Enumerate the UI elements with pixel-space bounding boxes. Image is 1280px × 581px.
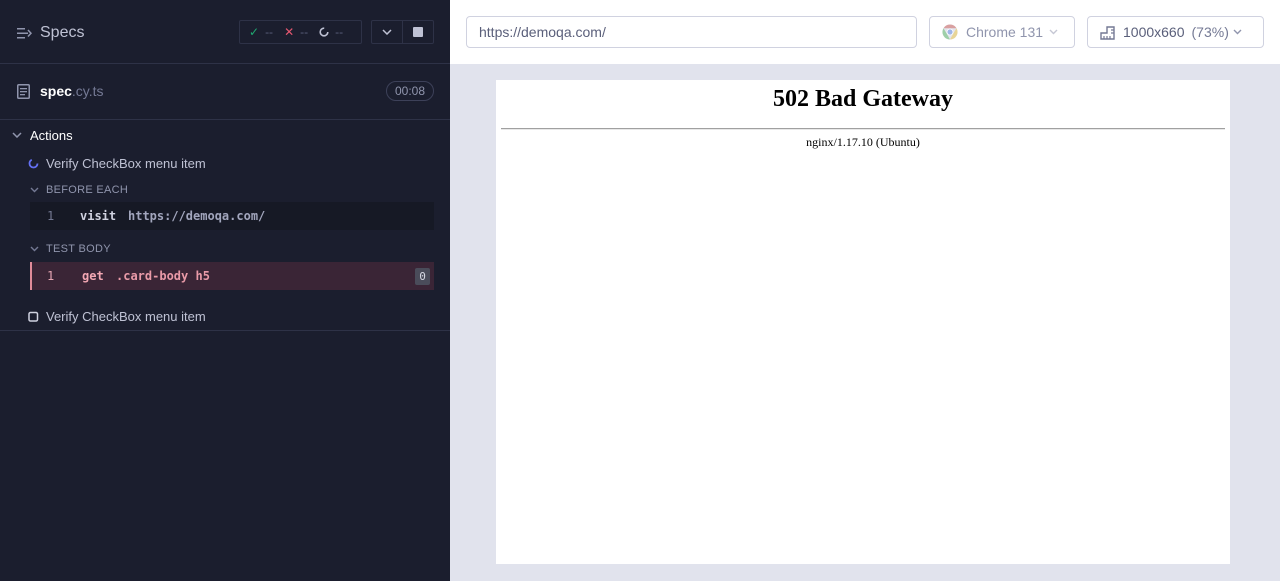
- chevron-down-icon: [1049, 29, 1058, 35]
- server-signature: nginx/1.17.10 (Ubuntu): [806, 135, 920, 149]
- test-title: Verify CheckBox menu item: [46, 308, 206, 324]
- ruler-icon: [1100, 25, 1115, 40]
- stop-icon: [413, 27, 424, 37]
- test-item[interactable]: Verify CheckBox menu item: [28, 154, 206, 172]
- browser-label: Chrome 131: [966, 24, 1044, 40]
- element-count-badge: 0: [415, 268, 430, 285]
- check-icon: ✓: [249, 25, 260, 39]
- command-number: 1: [47, 269, 55, 283]
- spec-file-base: spec: [40, 83, 72, 99]
- running-spinner-icon: [28, 158, 39, 168]
- chrome-icon: [942, 24, 958, 40]
- command-row[interactable]: 1 visit https://demoqa.com/: [30, 202, 434, 230]
- browser-selector[interactable]: Chrome 131: [929, 16, 1075, 48]
- command-arg: .card-body h5: [116, 269, 210, 283]
- spinner-icon: [319, 27, 329, 37]
- collapse-button[interactable]: [372, 21, 402, 43]
- command-name: visit: [80, 209, 117, 223]
- pending-square-icon: [28, 311, 39, 322]
- test-title: Verify CheckBox menu item: [46, 155, 206, 171]
- chevron-down-icon: [1233, 29, 1242, 35]
- command-arg: https://demoqa.com/: [128, 209, 266, 223]
- hook-label: BEFORE EACH: [46, 184, 129, 196]
- viewport-size: 1000x660: [1123, 24, 1185, 40]
- chevron-down-icon: [30, 246, 39, 252]
- failed-count: --: [300, 25, 309, 39]
- specs-label: Specs: [40, 24, 85, 41]
- command-name: get: [82, 269, 104, 283]
- viewport-scale: (73%): [1191, 24, 1229, 40]
- x-icon: ✕: [284, 25, 295, 39]
- run-duration: 00:08: [386, 81, 434, 101]
- suite-title: Actions: [30, 127, 73, 143]
- hook-test-body[interactable]: TEST BODY: [30, 241, 111, 257]
- test-item[interactable]: Verify CheckBox menu item: [28, 307, 206, 325]
- stat-failed: ✕ --: [284, 25, 308, 39]
- app-under-test-panel: https://demoqa.com/ Chrome 131 1000x660: [450, 0, 1280, 581]
- divider: [0, 330, 450, 331]
- specs-list-icon: [17, 27, 32, 38]
- reporter-panel: Specs ✓ -- ✕ -- -- spec.cy.ts 00:08 Acti…: [0, 0, 450, 581]
- stop-button[interactable]: [402, 21, 433, 43]
- viewport-selector[interactable]: 1000x660 (73%): [1087, 16, 1264, 48]
- run-controls: [371, 20, 434, 44]
- spec-file-ext: .cy.ts: [71, 83, 104, 99]
- suite-actions[interactable]: Actions: [12, 126, 73, 144]
- hook-label: TEST BODY: [46, 243, 111, 255]
- stat-pending: --: [319, 25, 343, 39]
- spec-file-name[interactable]: spec.cy.ts: [40, 83, 104, 99]
- pending-count: --: [335, 25, 344, 39]
- page-heading: 502 Bad Gateway: [773, 86, 953, 112]
- aut-header: https://demoqa.com/ Chrome 131 1000x660: [450, 0, 1280, 64]
- passed-count: --: [265, 25, 274, 39]
- specs-button[interactable]: Specs: [17, 22, 84, 44]
- url-bar[interactable]: https://demoqa.com/: [466, 16, 917, 48]
- chevron-down-icon: [382, 29, 392, 35]
- test-stats: ✓ -- ✕ -- --: [239, 20, 362, 44]
- document-icon: [17, 84, 30, 99]
- chevron-down-icon: [12, 132, 22, 138]
- command-number: 1: [47, 209, 55, 223]
- aut-iframe[interactable]: 502 Bad Gateway nginx/1.17.10 (Ubuntu): [496, 80, 1230, 564]
- chevron-down-icon: [30, 187, 39, 193]
- command-row-failed[interactable]: 1 get .card-body h5 0: [30, 262, 434, 290]
- horizontal-rule: [501, 128, 1225, 130]
- stat-passed: ✓ --: [249, 25, 273, 39]
- hook-before-each[interactable]: BEFORE EACH: [30, 182, 128, 198]
